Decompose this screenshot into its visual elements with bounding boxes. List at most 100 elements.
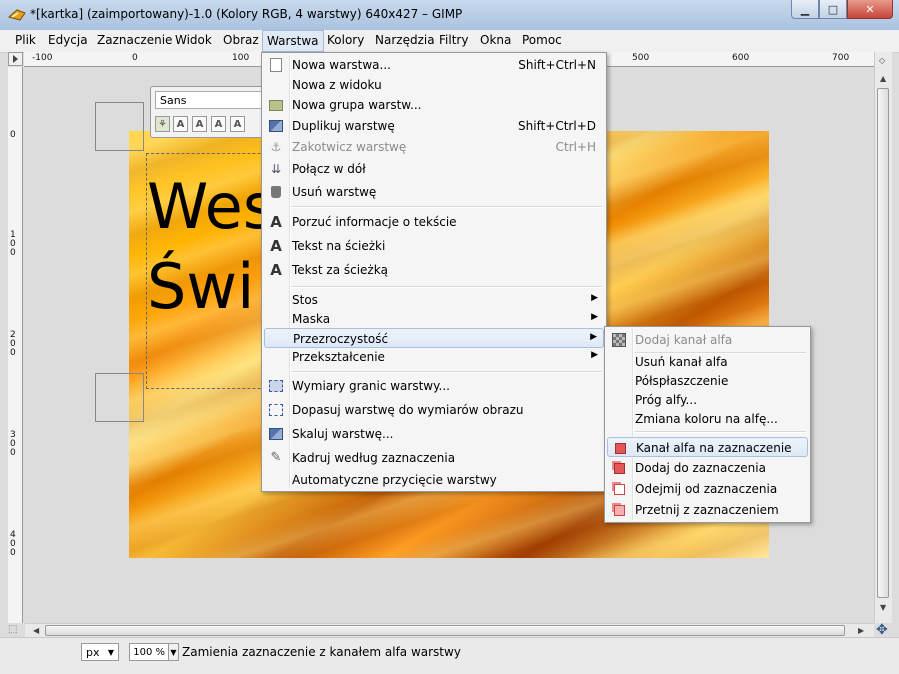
duplicate-icon	[268, 118, 284, 134]
menu-item-color-to-alpha[interactable]: Zmiana koloru na alfę...	[607, 409, 808, 429]
ruler-label: 600	[732, 53, 750, 63]
menu-item-label: Próg alfy...	[635, 393, 698, 407]
menu-edit[interactable]: Edycja	[47, 33, 89, 47]
text-style-button[interactable]: A	[230, 116, 245, 132]
canvas-text-line: Świ	[147, 250, 255, 323]
zoom-field[interactable]: 100 %	[129, 643, 169, 661]
close-button[interactable]: ✕	[847, 0, 893, 19]
dropdown-arrow-icon: ▼	[107, 648, 114, 657]
menu-item-text-along-path[interactable]: A Tekst za ścieżką	[264, 260, 604, 280]
menu-item-layer-boundary-size[interactable]: Wymiary granic warstwy...	[264, 376, 604, 396]
vertical-scrollbar[interactable]: ◇ ▲ ▼	[874, 52, 892, 623]
menu-image[interactable]: Obraz	[222, 33, 260, 47]
menu-item-alpha-to-selection[interactable]: Kanał alfa na zaznaczenie	[607, 437, 808, 457]
scroll-left-icon[interactable]: ◀	[33, 626, 39, 635]
text-box-handle[interactable]	[95, 102, 144, 151]
menu-help[interactable]: Pomoc	[521, 33, 563, 47]
menu-item-label: Wymiary granic warstwy...	[292, 379, 450, 393]
menu-bar: Plik Edycja Zaznaczenie Widok Obraz Wars…	[0, 30, 899, 53]
maximize-button[interactable]: □	[819, 0, 847, 19]
menu-item-transparency[interactable]: Przezroczystość ▶	[264, 328, 604, 348]
menu-item-label: Przekształcenie	[292, 350, 385, 364]
scroll-up-icon[interactable]: ▲	[880, 74, 886, 83]
menu-view[interactable]: Widok	[174, 33, 213, 47]
menu-item-remove-alpha[interactable]: Usuń kanał alfa	[607, 352, 808, 372]
scroll-down-icon[interactable]: ▼	[880, 603, 886, 612]
text-style-clear-icon[interactable]: ⚘	[155, 116, 170, 132]
canvas-text-line: Wes	[147, 170, 276, 243]
menu-item-delete-layer[interactable]: Usuń warstwę	[264, 182, 604, 202]
menu-item-mask[interactable]: Maska ▶	[264, 309, 604, 329]
menu-item-duplicate-layer[interactable]: Duplikuj warstwę Shift+Ctrl+D	[264, 116, 604, 136]
horizontal-scrollbar[interactable]: ◀ ▶	[25, 623, 874, 638]
anchor-icon: ⚓	[270, 140, 282, 154]
menu-item-semi-flatten[interactable]: Półspłaszczenie	[607, 371, 808, 391]
menu-item-label: Kadruj według zaznaczenia	[292, 451, 456, 465]
menu-item-label: Porzuć informacje o tekście	[292, 215, 457, 229]
menu-item-merge-down[interactable]: ⇊ Połącz w dół	[264, 159, 604, 179]
menu-item-label: Odejmij od zaznaczenia	[635, 482, 778, 496]
menu-item-threshold-alpha[interactable]: Próg alfy...	[607, 390, 808, 410]
menu-item-layer-to-image-size[interactable]: Dopasuj warstwę do wymiarów obrazu	[264, 400, 604, 420]
minimize-button[interactable]: ▁	[791, 0, 819, 19]
text-style-button[interactable]: A	[211, 116, 226, 132]
menu-item-scale-layer[interactable]: Skaluj warstwę...	[264, 424, 604, 444]
menu-item-label: Tekst za ścieżką	[292, 263, 389, 277]
menu-item-label: Duplikuj warstwę	[292, 119, 395, 133]
menu-item-autocrop-layer[interactable]: Automatyczne przycięcie warstwy	[264, 470, 604, 490]
horizontal-scroll-thumb[interactable]	[45, 625, 845, 636]
scroll-right-icon[interactable]: ▶	[858, 626, 864, 635]
menu-item-label: Połącz w dół	[292, 162, 366, 176]
vertical-ruler[interactable]: 0 100 200 300 400	[8, 67, 23, 623]
menu-item-new-from-visible[interactable]: Nowa z widoku	[264, 75, 604, 95]
menu-item-new-layer[interactable]: Nowa warstwa... Shift+Ctrl+N	[264, 55, 604, 75]
text-box-handle[interactable]	[95, 373, 144, 422]
text-icon: A	[270, 237, 282, 255]
menu-item-text-to-path[interactable]: A Tekst na ścieżki	[264, 236, 604, 256]
delete-icon	[268, 184, 284, 200]
menu-tools[interactable]: Narzędzia	[374, 33, 436, 47]
add-selection-icon	[611, 460, 627, 476]
menu-separator	[635, 431, 806, 433]
menu-item-stack[interactable]: Stos ▶	[264, 290, 604, 310]
ruler-label: 500	[632, 53, 650, 63]
menu-file[interactable]: Plik	[14, 33, 37, 47]
menu-item-add-to-selection[interactable]: Dodaj do zaznaczenia	[607, 458, 808, 478]
canvas-text[interactable]: Wes Świ	[147, 167, 275, 327]
menu-filters[interactable]: Filtry	[438, 33, 469, 47]
menu-item-label: Dodaj do zaznaczenia	[635, 461, 766, 475]
window-controls: ▁ □ ✕	[791, 0, 893, 20]
subtract-selection-icon	[611, 481, 627, 497]
scale-icon	[268, 426, 284, 442]
zoom-dropdown-icon[interactable]: ▼	[168, 643, 179, 661]
menu-item-label: Usuń kanał alfa	[635, 355, 728, 369]
menu-item-discard-text-info[interactable]: A Porzuć informacje o tekście	[264, 212, 604, 232]
menu-item-intersect-with-selection[interactable]: Przetnij z zaznaczeniem	[607, 500, 808, 520]
ruler-label: 0	[132, 53, 138, 63]
quick-mask-icon[interactable]: ⬚	[8, 624, 17, 635]
submenu-arrow-icon: ▶	[591, 350, 598, 360]
text-style-button[interactable]: A	[192, 116, 207, 132]
zoom-toggle-icon[interactable]: ◇	[879, 56, 885, 65]
menu-item-label: Tekst na ścieżki	[292, 239, 386, 253]
menu-item-subtract-from-selection[interactable]: Odejmij od zaznaczenia	[607, 479, 808, 499]
menu-item-crop-to-selection[interactable]: ✎ Kadruj według zaznaczenia	[264, 448, 604, 468]
ruler-corner-button[interactable]	[8, 52, 23, 66]
menu-item-transform[interactable]: Przekształcenie ▶	[264, 347, 604, 367]
menu-windows[interactable]: Okna	[479, 33, 512, 47]
menu-item-label: Skaluj warstwę...	[292, 427, 394, 441]
menu-select[interactable]: Zaznaczenie	[96, 33, 173, 47]
merge-down-icon: ⇊	[270, 162, 282, 176]
unit-select[interactable]: px ▼	[81, 643, 119, 661]
navigate-icon[interactable]: ✥	[876, 622, 888, 638]
menu-item-new-layer-group[interactable]: Nowa grupa warstw...	[264, 95, 604, 115]
unit-value: px	[86, 646, 100, 659]
menu-item-label: Zmiana koloru na alfę...	[635, 412, 778, 426]
submenu-arrow-icon: ▶	[591, 312, 598, 322]
menu-layer[interactable]: Warstwa	[262, 30, 324, 52]
text-style-button[interactable]: A	[173, 116, 188, 132]
alpha-to-selection-icon	[612, 440, 628, 456]
menu-colors[interactable]: Kolory	[326, 33, 365, 47]
ruler-label: 0	[10, 130, 16, 140]
vertical-scroll-thumb[interactable]	[877, 88, 889, 598]
